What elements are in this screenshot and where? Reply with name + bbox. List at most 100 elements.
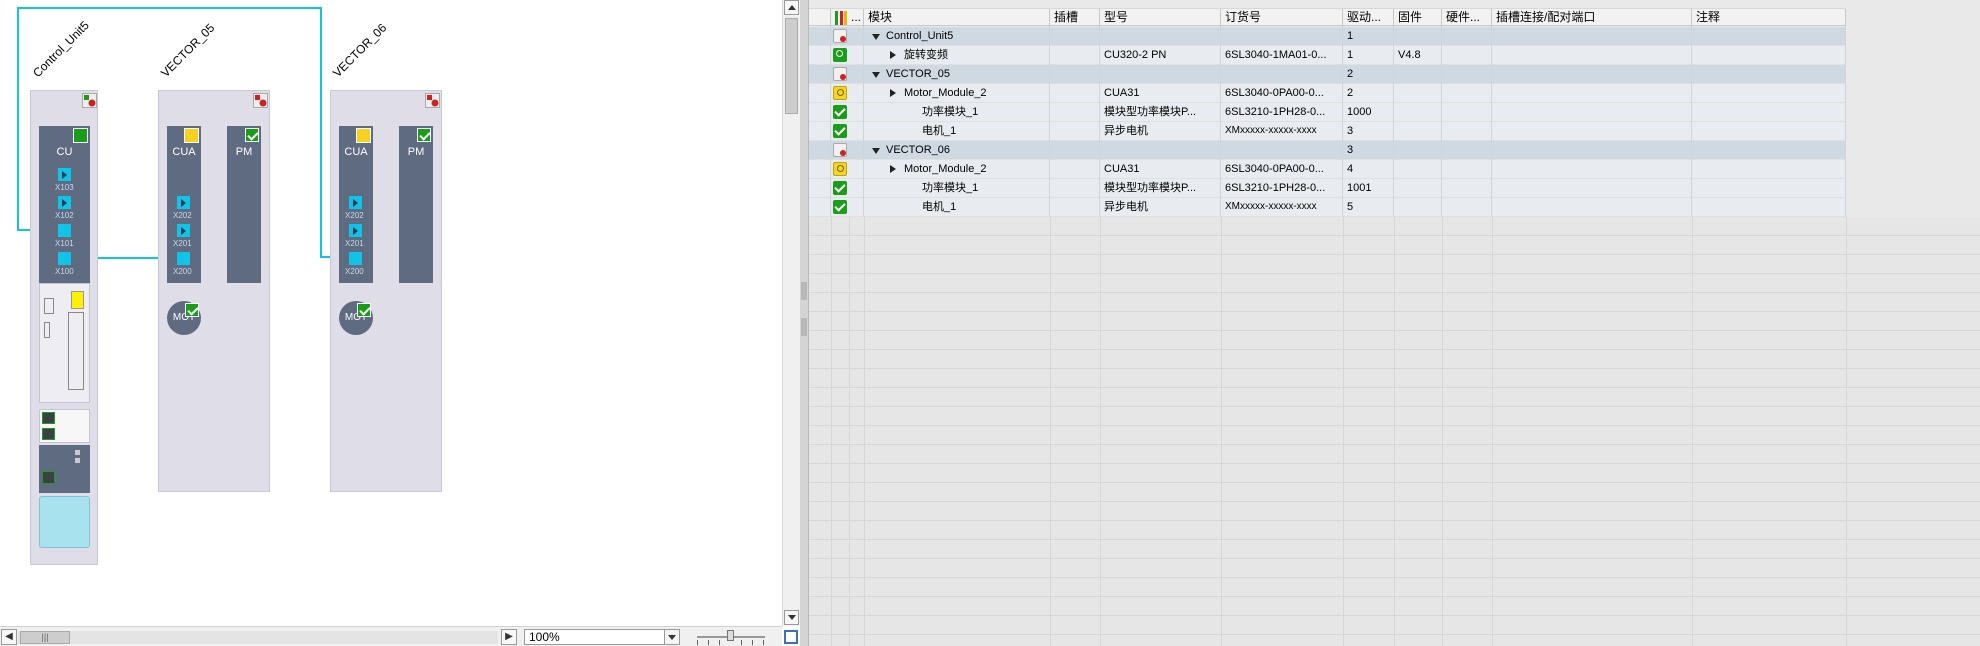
cu-module[interactable]: CU X103 X102 X101 X100 xyxy=(39,126,90,283)
collapse-left-icon[interactable] xyxy=(801,282,807,300)
zoom-slider[interactable] xyxy=(697,630,765,645)
column-header-drive[interactable]: 驱动... xyxy=(1343,9,1394,27)
column-header-more[interactable]: ... xyxy=(849,9,864,27)
cua-module[interactable]: CUA X202 X201 X200 xyxy=(339,126,373,283)
conn-cell xyxy=(1492,65,1692,84)
status-cell xyxy=(809,103,831,122)
conn-cell xyxy=(1492,141,1692,160)
vertical-scroll-thumb[interactable] xyxy=(785,18,798,114)
device-vector-05[interactable]: CUA X202 X201 X200 PM MOT xyxy=(158,90,270,492)
port-x200[interactable] xyxy=(177,252,190,265)
zoom-select[interactable]: 100% xyxy=(524,629,680,645)
table-row[interactable]: VECTOR_06 3 xyxy=(809,141,1846,160)
port-x101[interactable] xyxy=(58,224,71,237)
note-cell xyxy=(1692,160,1846,179)
note-cell xyxy=(1692,84,1846,103)
drive-cell: 3 xyxy=(1343,122,1394,141)
column-header-hardware[interactable]: 硬件... xyxy=(1442,9,1492,27)
note-cell xyxy=(1692,122,1846,141)
topology-canvas[interactable]: Control_Unit5 CU X103 X102 X101 X100 VEC… xyxy=(0,0,782,626)
pm-module[interactable]: PM xyxy=(399,126,433,283)
column-header-status[interactable] xyxy=(809,9,831,27)
order-cell xyxy=(1221,65,1343,84)
device-control-unit[interactable]: CU X103 X102 X101 X100 xyxy=(30,90,98,565)
note-cell xyxy=(1692,27,1846,46)
chevron-down-icon[interactable] xyxy=(872,34,880,40)
grid-line xyxy=(849,217,850,646)
cu-cover xyxy=(39,496,90,548)
table-row[interactable]: VECTOR_05 2 xyxy=(809,65,1846,84)
type-cell: 模块型功率模块P... xyxy=(1100,179,1221,198)
port-x201[interactable] xyxy=(177,224,190,237)
device-label: VECTOR_06 xyxy=(330,20,390,81)
indicator xyxy=(75,450,80,455)
column-header-order-no[interactable]: 订货号 xyxy=(1221,9,1343,27)
note-cell xyxy=(1692,65,1846,84)
port-x102[interactable] xyxy=(58,196,71,209)
port-x103[interactable] xyxy=(58,168,71,181)
panel-splitter[interactable] xyxy=(800,0,809,646)
device-vector-06[interactable]: CUA X202 X201 X200 PM MOT xyxy=(330,90,442,492)
more-cell xyxy=(849,103,864,122)
grid-line xyxy=(1692,217,1693,646)
chevron-down-icon[interactable] xyxy=(664,630,679,644)
cu-drive-cliq-block xyxy=(39,445,90,493)
fit-view-icon[interactable] xyxy=(784,630,798,644)
chevron-right-icon[interactable] xyxy=(890,51,896,59)
warning-icon xyxy=(356,128,371,143)
scroll-up-button[interactable] xyxy=(784,0,799,15)
port-x202[interactable] xyxy=(177,196,190,209)
collapse-right-icon[interactable] xyxy=(801,318,807,336)
scroll-down-button[interactable] xyxy=(784,610,799,625)
pm-module[interactable]: PM xyxy=(227,126,261,283)
warning-icon xyxy=(833,162,847,176)
column-header-module[interactable]: 模块 xyxy=(864,9,1050,27)
zoom-slider-knob[interactable] xyxy=(727,630,734,641)
table-row[interactable]: Motor_Module_2 CUA31 6SL3040-0PA00-0... 2 xyxy=(809,84,1846,103)
grid-line xyxy=(1343,217,1344,646)
scroll-right-button[interactable]: ▶ xyxy=(501,629,517,645)
type-cell: 模块型功率模块P... xyxy=(1100,103,1221,122)
chevron-down-icon[interactable] xyxy=(872,72,880,78)
table-row[interactable]: 电机_1 异步电机 XMxxxxx-xxxxx-xxxx 3 xyxy=(809,122,1846,141)
column-header-type[interactable]: 型号 xyxy=(1100,9,1221,27)
table-row[interactable]: 功率模块_1 模块型功率模块P... 6SL3210-1PH28-0... 1001 xyxy=(809,179,1846,198)
module-cell: 电机_1 xyxy=(864,122,1050,141)
scroll-left-button[interactable]: ◀ xyxy=(1,629,17,645)
column-header-firmware[interactable]: 固件 xyxy=(1394,9,1442,27)
column-header-slot[interactable]: 插槽 xyxy=(1050,9,1100,27)
type-cell: 异步电机 xyxy=(1100,122,1221,141)
module-name: Motor_Module_2 xyxy=(904,87,987,99)
port-label: X201 xyxy=(173,239,192,248)
table-row[interactable]: Control_Unit5 1 xyxy=(809,27,1846,46)
port-x202[interactable] xyxy=(349,196,362,209)
table-row[interactable]: 电机_1 异步电机 XMxxxxx-xxxxx-xxxx 5 xyxy=(809,198,1846,217)
error-icon xyxy=(833,143,847,157)
horizontal-scrollbar[interactable]: ||| xyxy=(18,631,498,644)
drive-cell: 1 xyxy=(1343,46,1394,65)
cua-module[interactable]: CUA X202 X201 X200 xyxy=(167,126,201,283)
status-cell xyxy=(809,179,831,198)
table-row[interactable]: Motor_Module_2 CUA31 6SL3040-0PA00-0... 4 xyxy=(809,160,1846,179)
table-row[interactable]: 旋转变频 CU320-2 PN 6SL3040-1MA01-0... 1 V4.8 xyxy=(809,46,1846,65)
vertical-scrollbar[interactable] xyxy=(782,0,800,626)
slot-cell xyxy=(1050,27,1100,46)
module-name: Motor_Module_2 xyxy=(904,163,987,175)
module-cell: 电机_1 xyxy=(864,198,1050,217)
chevron-right-icon[interactable] xyxy=(890,89,896,97)
table-row[interactable]: 功率模块_1 模块型功率模块P... 6SL3210-1PH28-0... 1000 xyxy=(809,103,1846,122)
chevron-right-icon[interactable] xyxy=(890,165,896,173)
conn-cell xyxy=(1492,179,1692,198)
column-header-comment[interactable]: 注释 xyxy=(1692,9,1846,27)
port-x100[interactable] xyxy=(58,252,71,265)
horizontal-scroll-thumb[interactable]: ||| xyxy=(20,631,70,644)
slider-tick xyxy=(763,640,764,645)
module-name: 电机_1 xyxy=(922,125,957,137)
order-cell xyxy=(1221,27,1343,46)
column-header-slot-connection[interactable]: 插槽连接/配对端口 xyxy=(1492,9,1692,27)
port-x200[interactable] xyxy=(349,252,362,265)
device-label: Control_Unit5 xyxy=(30,18,92,80)
chevron-down-icon[interactable] xyxy=(872,148,880,154)
port-x201[interactable] xyxy=(349,224,362,237)
hw-cell xyxy=(1442,27,1492,46)
